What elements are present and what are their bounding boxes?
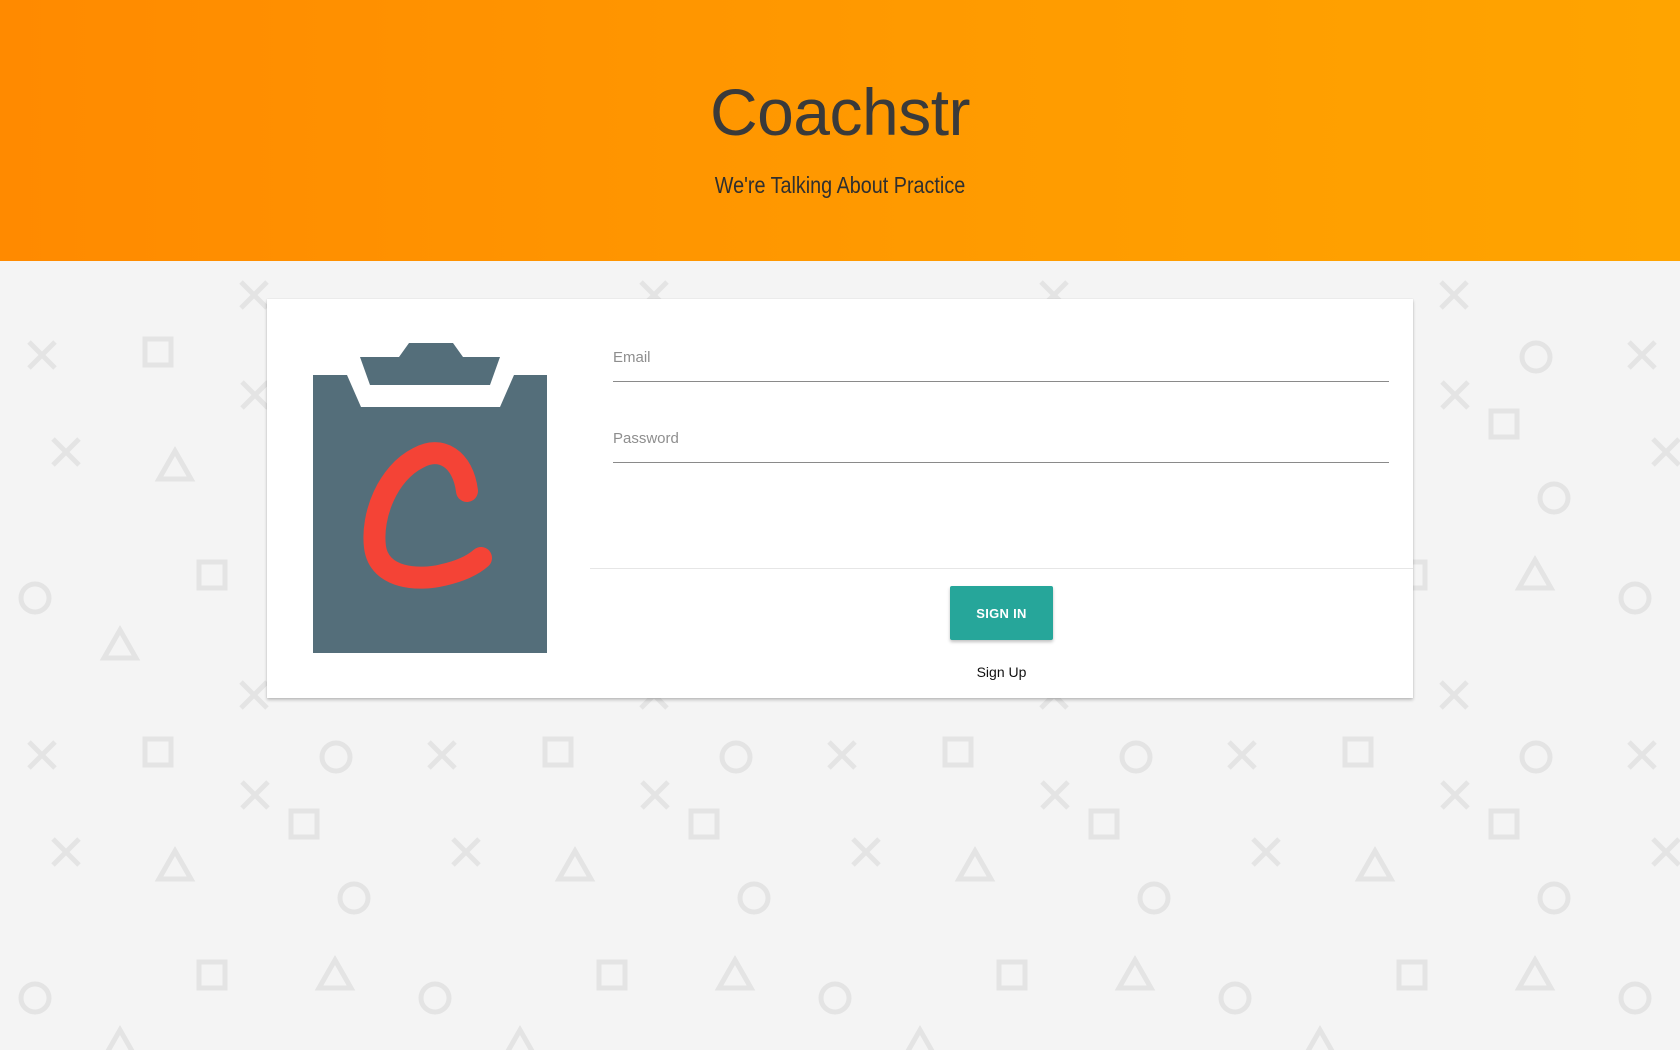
password-input[interactable] (613, 417, 1389, 461)
app-title: Coachstr (709, 75, 971, 149)
header-banner: Coachstr We're Talking About Practice (0, 0, 1680, 261)
email-field (613, 336, 1389, 382)
login-card: C SIGN IN Sign Up (267, 299, 1413, 698)
email-input[interactable] (613, 336, 1389, 380)
email-underline (613, 381, 1389, 382)
password-field (613, 417, 1389, 463)
sign-up-link[interactable]: Sign Up (950, 664, 1053, 680)
sign-in-button[interactable]: SIGN IN (950, 586, 1053, 640)
clipboard-logo-icon: C (313, 343, 547, 653)
app-tagline: We're Talking About Practice (714, 172, 966, 198)
form-divider (590, 568, 1413, 569)
password-underline (613, 462, 1389, 463)
